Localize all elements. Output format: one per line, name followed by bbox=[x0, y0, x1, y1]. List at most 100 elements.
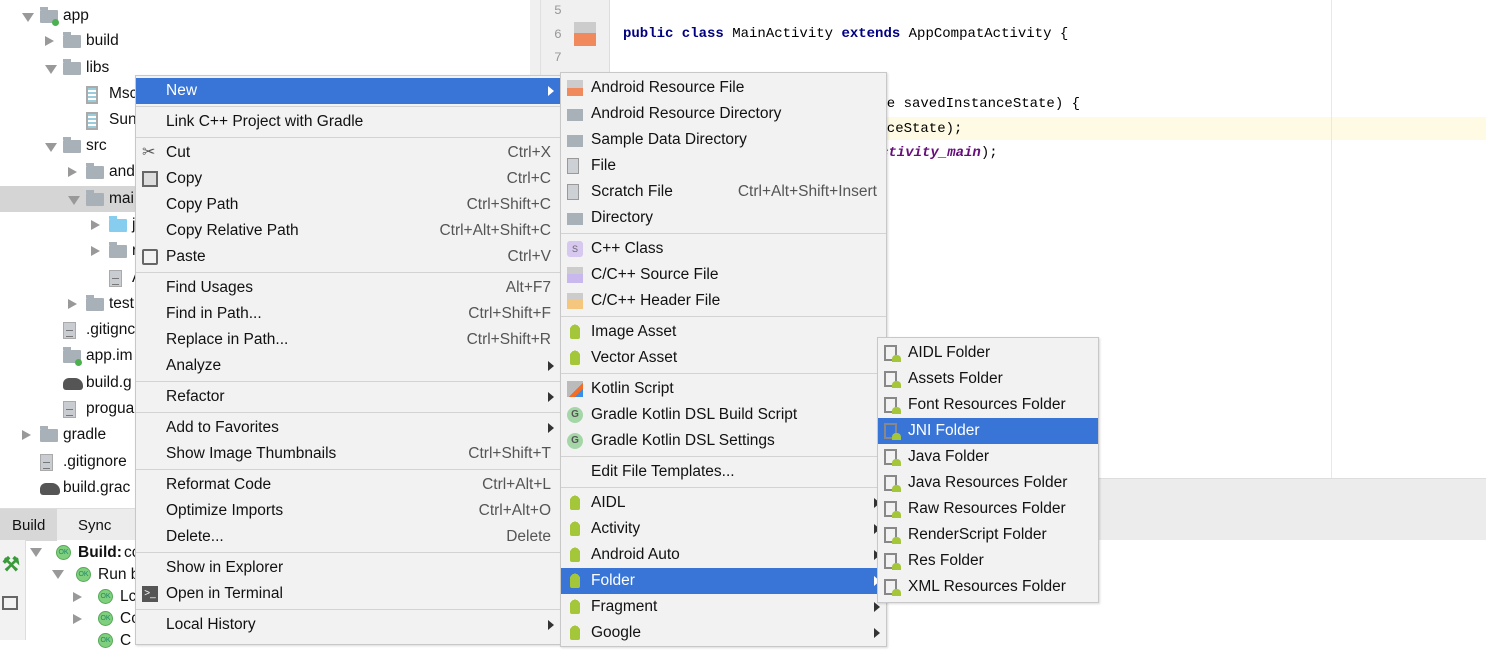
menu-separator bbox=[561, 373, 886, 374]
collapsed-arrow-icon[interactable] bbox=[91, 246, 100, 256]
ok-status-icon: OK bbox=[56, 545, 71, 560]
menu-item-android-resource-file[interactable]: Android Resource File bbox=[561, 75, 886, 101]
menu-item-label: Analyze bbox=[166, 357, 222, 374]
menu-item-copy-path[interactable]: Copy Path Ctrl+Shift+C bbox=[136, 192, 560, 218]
collapsed-arrow-icon[interactable] bbox=[68, 167, 77, 177]
menu-item-vector-asset[interactable]: Vector Asset bbox=[561, 345, 886, 371]
menu-item-show-image-thumbnails[interactable]: Show Image Thumbnails Ctrl+Shift+T bbox=[136, 441, 560, 467]
menu-item-gradle-kotlin-dsl-settings[interactable]: G Gradle Kotlin DSL Settings bbox=[561, 428, 886, 454]
menu-separator bbox=[561, 316, 886, 317]
tree-arrow-icon[interactable] bbox=[73, 592, 82, 602]
menu-item-aidl-folder[interactable]: AIDL Folder bbox=[878, 340, 1098, 366]
collapsed-arrow-icon[interactable] bbox=[91, 220, 100, 230]
menu-item-edit-file-templates[interactable]: Edit File Templates... bbox=[561, 459, 886, 485]
menu-item-label: Fragment bbox=[591, 598, 658, 615]
menu-item-cut[interactable]: ✂ Cut Ctrl+X bbox=[136, 140, 560, 166]
context-menu: New Link C++ Project with Gradle ✂ Cut Ctrl+… bbox=[135, 75, 561, 645]
menu-item-label: Local History bbox=[166, 616, 256, 633]
menu-item-open-in-terminal[interactable]: >_ Open in Terminal bbox=[136, 581, 560, 607]
menu-item-renderscript-folder[interactable]: RenderScript Folder bbox=[878, 522, 1098, 548]
menu-item-label: Copy bbox=[166, 170, 203, 187]
manifest-icon bbox=[109, 270, 122, 287]
menu-item-copy[interactable]: Copy Ctrl+C bbox=[136, 166, 560, 192]
menu-item-label: C++ Class bbox=[591, 240, 664, 257]
menu-item-new[interactable]: New bbox=[136, 78, 560, 104]
layout-file-gutter-icon[interactable] bbox=[574, 22, 596, 46]
menu-item-activity[interactable]: Activity bbox=[561, 516, 886, 542]
menu-item-copy-relative-path[interactable]: Copy Relative Path Ctrl+Alt+Shift+C bbox=[136, 218, 560, 244]
tree-item[interactable]: build bbox=[0, 28, 530, 54]
tree-arrow-icon[interactable] bbox=[52, 570, 64, 579]
menu-item-find-in-path[interactable]: Find in Path... Ctrl+Shift+F bbox=[136, 301, 560, 327]
menu-item-gradle-kotlin-dsl-build-script[interactable]: G Gradle Kotlin DSL Build Script bbox=[561, 402, 886, 428]
menu-item-file[interactable]: File bbox=[561, 153, 886, 179]
menu-item-android-resource-directory[interactable]: Android Resource Directory bbox=[561, 101, 886, 127]
android-icon bbox=[567, 625, 583, 641]
tree-item-label: Msc bbox=[109, 85, 138, 102]
android-folder-icon bbox=[884, 397, 901, 414]
menu-item-android-auto[interactable]: Android Auto bbox=[561, 542, 886, 568]
menu-item-reformat-code[interactable]: Reformat Code Ctrl+Alt+L bbox=[136, 472, 560, 498]
menu-item-find-usages[interactable]: Find Usages Alt+F7 bbox=[136, 275, 560, 301]
tree-item-label: build.grac bbox=[63, 479, 131, 496]
expanded-arrow-icon[interactable] bbox=[45, 143, 57, 152]
menu-item-directory[interactable]: Directory bbox=[561, 205, 886, 231]
collapsed-arrow-icon[interactable] bbox=[22, 430, 31, 440]
collapsed-arrow-icon[interactable] bbox=[68, 299, 77, 309]
menu-item-java-folder[interactable]: Java Folder bbox=[878, 444, 1098, 470]
menu-item-label: XML Resources Folder bbox=[908, 578, 1066, 595]
menu-item-shortcut: Ctrl+C bbox=[506, 170, 551, 187]
android-folder-icon bbox=[884, 345, 901, 362]
menu-separator bbox=[136, 609, 560, 610]
menu-item-show-in-explorer[interactable]: Show in Explorer bbox=[136, 555, 560, 581]
menu-item-replace-in-path[interactable]: Replace in Path... Ctrl+Shift+R bbox=[136, 327, 560, 353]
menu-item-font-resources-folder[interactable]: Font Resources Folder bbox=[878, 392, 1098, 418]
menu-item-shortcut: Ctrl+Shift+R bbox=[466, 331, 551, 348]
submenu-arrow-icon bbox=[548, 423, 554, 433]
menu-item-jni-folder[interactable]: JNI Folder bbox=[878, 418, 1098, 444]
tree-item[interactable]: app bbox=[0, 3, 530, 29]
collapsed-arrow-icon[interactable] bbox=[45, 36, 54, 46]
tree-arrow-icon[interactable] bbox=[73, 614, 82, 624]
submenu-arrow-icon bbox=[874, 628, 880, 638]
file-icon bbox=[567, 158, 579, 174]
expanded-arrow-icon[interactable] bbox=[45, 65, 57, 74]
menu-item-paste[interactable]: Paste Ctrl+V bbox=[136, 244, 560, 270]
menu-item-google[interactable]: Google bbox=[561, 620, 886, 646]
menu-item-scratch-file[interactable]: Scratch File Ctrl+Alt+Shift+Insert bbox=[561, 179, 886, 205]
menu-item-c-class[interactable]: S C++ Class bbox=[561, 236, 886, 262]
menu-item-delete[interactable]: Delete... Delete bbox=[136, 524, 560, 550]
tree-item-label: src bbox=[86, 137, 107, 154]
menu-item-optimize-imports[interactable]: Optimize Imports Ctrl+Alt+O bbox=[136, 498, 560, 524]
menu-item-raw-resources-folder[interactable]: Raw Resources Folder bbox=[878, 496, 1098, 522]
new-submenu: Android Resource File Android Resource Di… bbox=[560, 72, 887, 647]
menu-item-analyze[interactable]: Analyze bbox=[136, 353, 560, 379]
menu-item-xml-resources-folder[interactable]: XML Resources Folder bbox=[878, 574, 1098, 600]
menu-item-add-to-favorites[interactable]: Add to Favorites bbox=[136, 415, 560, 441]
menu-item-local-history[interactable]: Local History bbox=[136, 612, 560, 638]
menu-item-kotlin-script[interactable]: Kotlin Script bbox=[561, 376, 886, 402]
expanded-arrow-icon[interactable] bbox=[22, 13, 34, 22]
tab-build[interactable]: Build bbox=[0, 509, 58, 541]
menu-item-link-c-project-with-gradle[interactable]: Link C++ Project with Gradle bbox=[136, 109, 560, 135]
menu-item-res-folder[interactable]: Res Folder bbox=[878, 548, 1098, 574]
menu-item-java-resources-folder[interactable]: Java Resources Folder bbox=[878, 470, 1098, 496]
menu-item-assets-folder[interactable]: Assets Folder bbox=[878, 366, 1098, 392]
tree-arrow-icon[interactable] bbox=[30, 548, 42, 557]
tab-sync[interactable]: Sync bbox=[66, 509, 123, 541]
menu-item-sample-data-directory[interactable]: Sample Data Directory bbox=[561, 127, 886, 153]
menu-item-c-c-header-file[interactable]: C/C++ Header File bbox=[561, 288, 886, 314]
menu-item-refactor[interactable]: Refactor bbox=[136, 384, 560, 410]
menu-item-image-asset[interactable]: Image Asset bbox=[561, 319, 886, 345]
menu-separator bbox=[136, 272, 560, 273]
menu-item-label: C/C++ Header File bbox=[591, 292, 721, 309]
menu-item-aidl[interactable]: AIDL bbox=[561, 490, 886, 516]
menu-item-folder[interactable]: Folder bbox=[561, 568, 886, 594]
menu-item-c-c-source-file[interactable]: C/C++ Source File bbox=[561, 262, 886, 288]
menu-item-fragment[interactable]: Fragment bbox=[561, 594, 886, 620]
keyword: extends bbox=[841, 26, 909, 42]
menu-item-label: Cut bbox=[166, 144, 191, 161]
menu-separator bbox=[136, 137, 560, 138]
text-file-icon bbox=[63, 322, 76, 339]
expanded-arrow-icon[interactable] bbox=[68, 196, 80, 205]
